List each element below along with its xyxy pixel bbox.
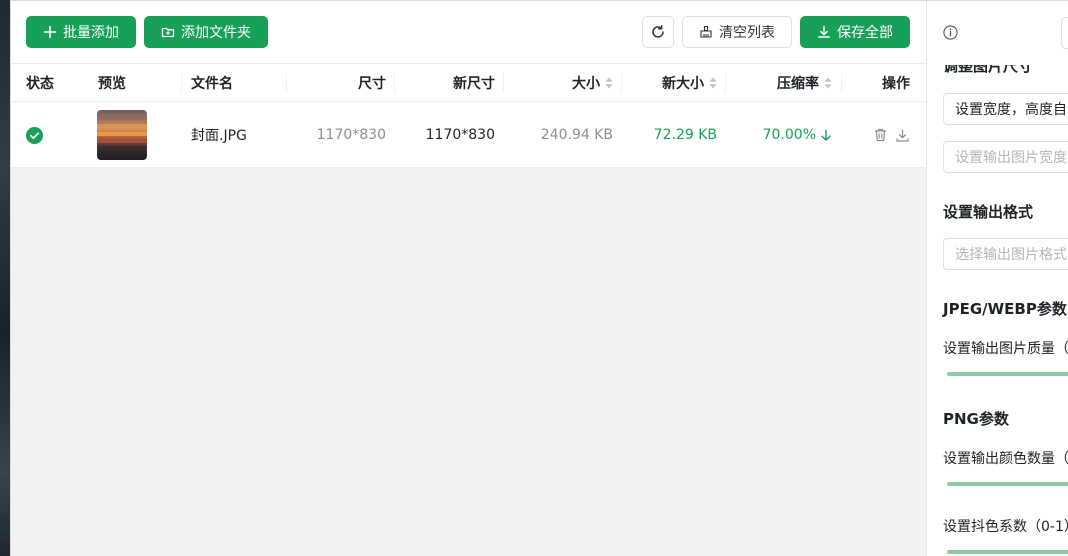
column-divider [725,73,726,93]
section-scroll-edge [927,50,1068,65]
batch-add-label: 批量添加 [63,25,119,41]
column-new-file-size[interactable]: 新大小 [631,64,717,102]
format-section-title: 设置输出格式 [943,203,1034,221]
add-folder-button[interactable]: 添加文件夹 [144,16,268,48]
column-file-size[interactable]: 大小 [513,64,613,102]
sort-icon[interactable] [605,77,613,89]
png-section-title: PNG参数 [943,410,1009,428]
compression-rate: 70.00% [735,102,832,168]
table-header: 状态 预览 文件名 尺寸 新尺寸 大小 新大小 压缩率 操作 [11,64,926,102]
column-new-size: 新尺寸 [453,76,495,92]
column-divider [181,73,182,93]
new-dimensions: 1170*830 [425,127,495,143]
download-button[interactable] [896,102,912,168]
sort-icon[interactable] [824,77,832,89]
column-status: 状态 [26,76,54,92]
column-divider [503,73,504,93]
file-name: 封面.JPG [191,128,247,144]
column-divider [286,73,287,93]
settings-panel: 调整图片尺寸 设置宽度，高度自动 设置输出图片宽度 设置输出格式 选择输出图片格… [927,1,1068,556]
column-preview: 预览 [98,76,126,92]
column-filename: 文件名 [191,76,233,92]
main-area: 批量添加 添加文件夹 清空列表 保存全部 状态 预览 文件名 尺寸 新尺寸 大小… [11,1,927,556]
panel-close-button[interactable] [1061,17,1068,49]
status-cell [26,102,66,168]
batch-add-button[interactable]: 批量添加 [26,16,136,48]
sort-icon[interactable] [709,77,717,89]
add-folder-label: 添加文件夹 [181,25,251,41]
original-dimensions: 1170*830 [316,127,386,143]
width-input[interactable]: 设置输出图片宽度 [943,141,1068,173]
column-size: 尺寸 [358,76,386,92]
table-row: 封面.JPG 1170*830 1170*830 240.94 KB 72.29… [11,102,926,168]
plus-icon [43,25,57,39]
quality-slider[interactable] [947,372,1068,376]
column-divider [841,73,842,93]
app-window: 批量添加 添加文件夹 清空列表 保存全部 状态 预览 文件名 尺寸 新尺寸 大小… [10,0,1068,556]
jpeg-section-title: JPEG/WEBP参数 [943,300,1067,318]
column-compression-rate[interactable]: 压缩率 [735,64,832,102]
trash-icon [875,128,886,142]
toolbar: 批量添加 添加文件夹 清空列表 保存全部 [11,1,926,64]
original-file-size: 240.94 KB [540,127,613,143]
dither-slider[interactable] [947,550,1068,554]
delete-button[interactable] [874,102,890,168]
arrow-down-icon [821,129,831,141]
column-actions: 操作 [882,76,910,92]
refresh-button[interactable] [642,16,674,48]
download-icon [818,25,830,38]
save-all-button[interactable]: 保存全部 [800,16,910,48]
new-file-size: 72.29 KB [653,127,717,143]
broom-icon [700,25,712,38]
clear-list-button[interactable]: 清空列表 [682,16,792,48]
colors-label: 设置输出颜色数量（ [943,451,1068,467]
dither-label: 设置抖色系数（0-1） [943,519,1068,535]
column-divider [394,73,395,93]
save-all-label: 保存全部 [837,25,893,41]
image-thumbnail[interactable] [97,110,147,160]
download-icon [896,128,909,142]
quality-label: 设置输出图片质量（ [943,341,1068,357]
column-divider [621,73,622,93]
format-select[interactable]: 选择输出图片格式 [943,238,1068,270]
clear-list-label: 清空列表 [719,25,775,41]
info-icon[interactable] [943,25,958,40]
colors-slider[interactable] [947,482,1068,486]
folder-icon [161,27,175,38]
check-circle-icon [26,126,43,144]
refresh-icon [652,25,664,38]
resize-mode-select[interactable]: 设置宽度，高度自动 [943,93,1068,125]
